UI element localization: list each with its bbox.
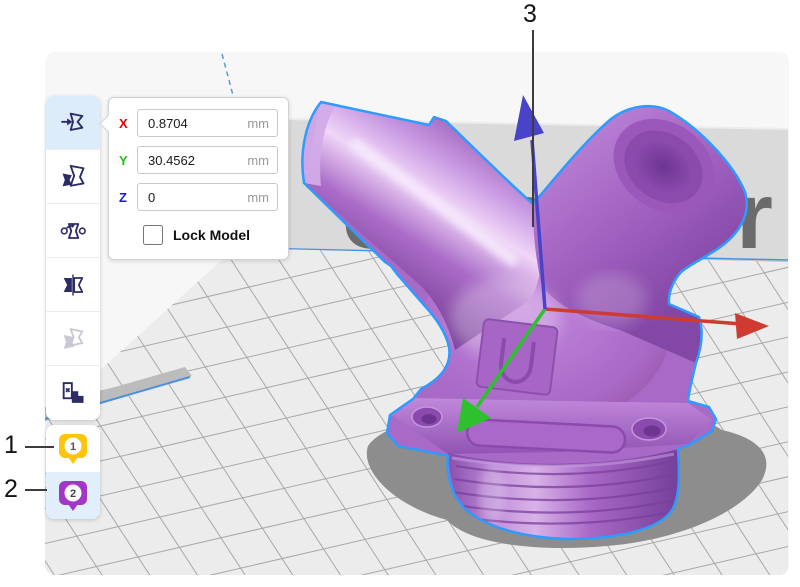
x-unit-label: mm bbox=[247, 116, 269, 131]
extruder-1-badge-icon: 1 bbox=[57, 432, 89, 466]
extruder-1-button[interactable]: 1 bbox=[46, 425, 100, 472]
lock-model-checkbox[interactable] bbox=[143, 225, 163, 245]
per-model-settings-icon bbox=[59, 325, 87, 353]
move-icon bbox=[59, 109, 87, 137]
y-coordinate-input[interactable] bbox=[146, 152, 230, 169]
z-coordinate-input[interactable] bbox=[146, 189, 230, 206]
lock-model-label: Lock Model bbox=[173, 227, 250, 243]
mirror-icon bbox=[59, 271, 87, 299]
x-coordinate-input[interactable] bbox=[146, 115, 230, 132]
embossed-logo bbox=[476, 319, 558, 396]
y-coordinate-row: Y mm bbox=[119, 146, 278, 174]
annotation-label-3: 3 bbox=[523, 2, 537, 27]
svg-text:1: 1 bbox=[70, 441, 76, 453]
z-input-box: mm bbox=[137, 183, 278, 211]
y-axis-label: Y bbox=[119, 153, 137, 168]
extruder-2-badge-icon: 2 bbox=[57, 479, 89, 513]
x-input-box: mm bbox=[137, 109, 278, 137]
mirror-tool-button[interactable] bbox=[46, 258, 100, 312]
y-unit-label: mm bbox=[247, 153, 269, 168]
support-blocker-tool-button[interactable] bbox=[46, 366, 100, 420]
annotation-label-2: 2 bbox=[4, 477, 18, 502]
x-axis-label: X bbox=[119, 116, 137, 131]
rotate-tool-button[interactable] bbox=[46, 204, 100, 258]
extruder-selector: 1 2 bbox=[46, 425, 100, 519]
z-coordinate-row: Z mm bbox=[119, 183, 278, 211]
support-blocker-icon bbox=[59, 379, 87, 407]
scale-tool-button[interactable] bbox=[46, 150, 100, 204]
extruder-2-button[interactable]: 2 bbox=[46, 472, 100, 519]
move-coordinates-panel: X mm Y mm Z mm Lock Model bbox=[108, 97, 289, 260]
svg-text:2: 2 bbox=[70, 488, 76, 500]
annotation-line-2 bbox=[25, 489, 47, 491]
rotate-icon bbox=[59, 217, 87, 245]
z-axis-label: Z bbox=[119, 190, 137, 205]
y-input-box: mm bbox=[137, 146, 278, 174]
annotation-label-1: 1 bbox=[4, 433, 18, 458]
scale-icon bbox=[59, 163, 87, 191]
move-tool-button[interactable] bbox=[46, 96, 100, 150]
annotation-line-3 bbox=[532, 30, 534, 227]
x-coordinate-row: X mm bbox=[119, 109, 278, 137]
per-model-settings-tool-button[interactable] bbox=[46, 312, 100, 366]
z-unit-label: mm bbox=[247, 190, 269, 205]
annotation-line-1 bbox=[25, 446, 54, 448]
tool-column bbox=[46, 96, 100, 420]
